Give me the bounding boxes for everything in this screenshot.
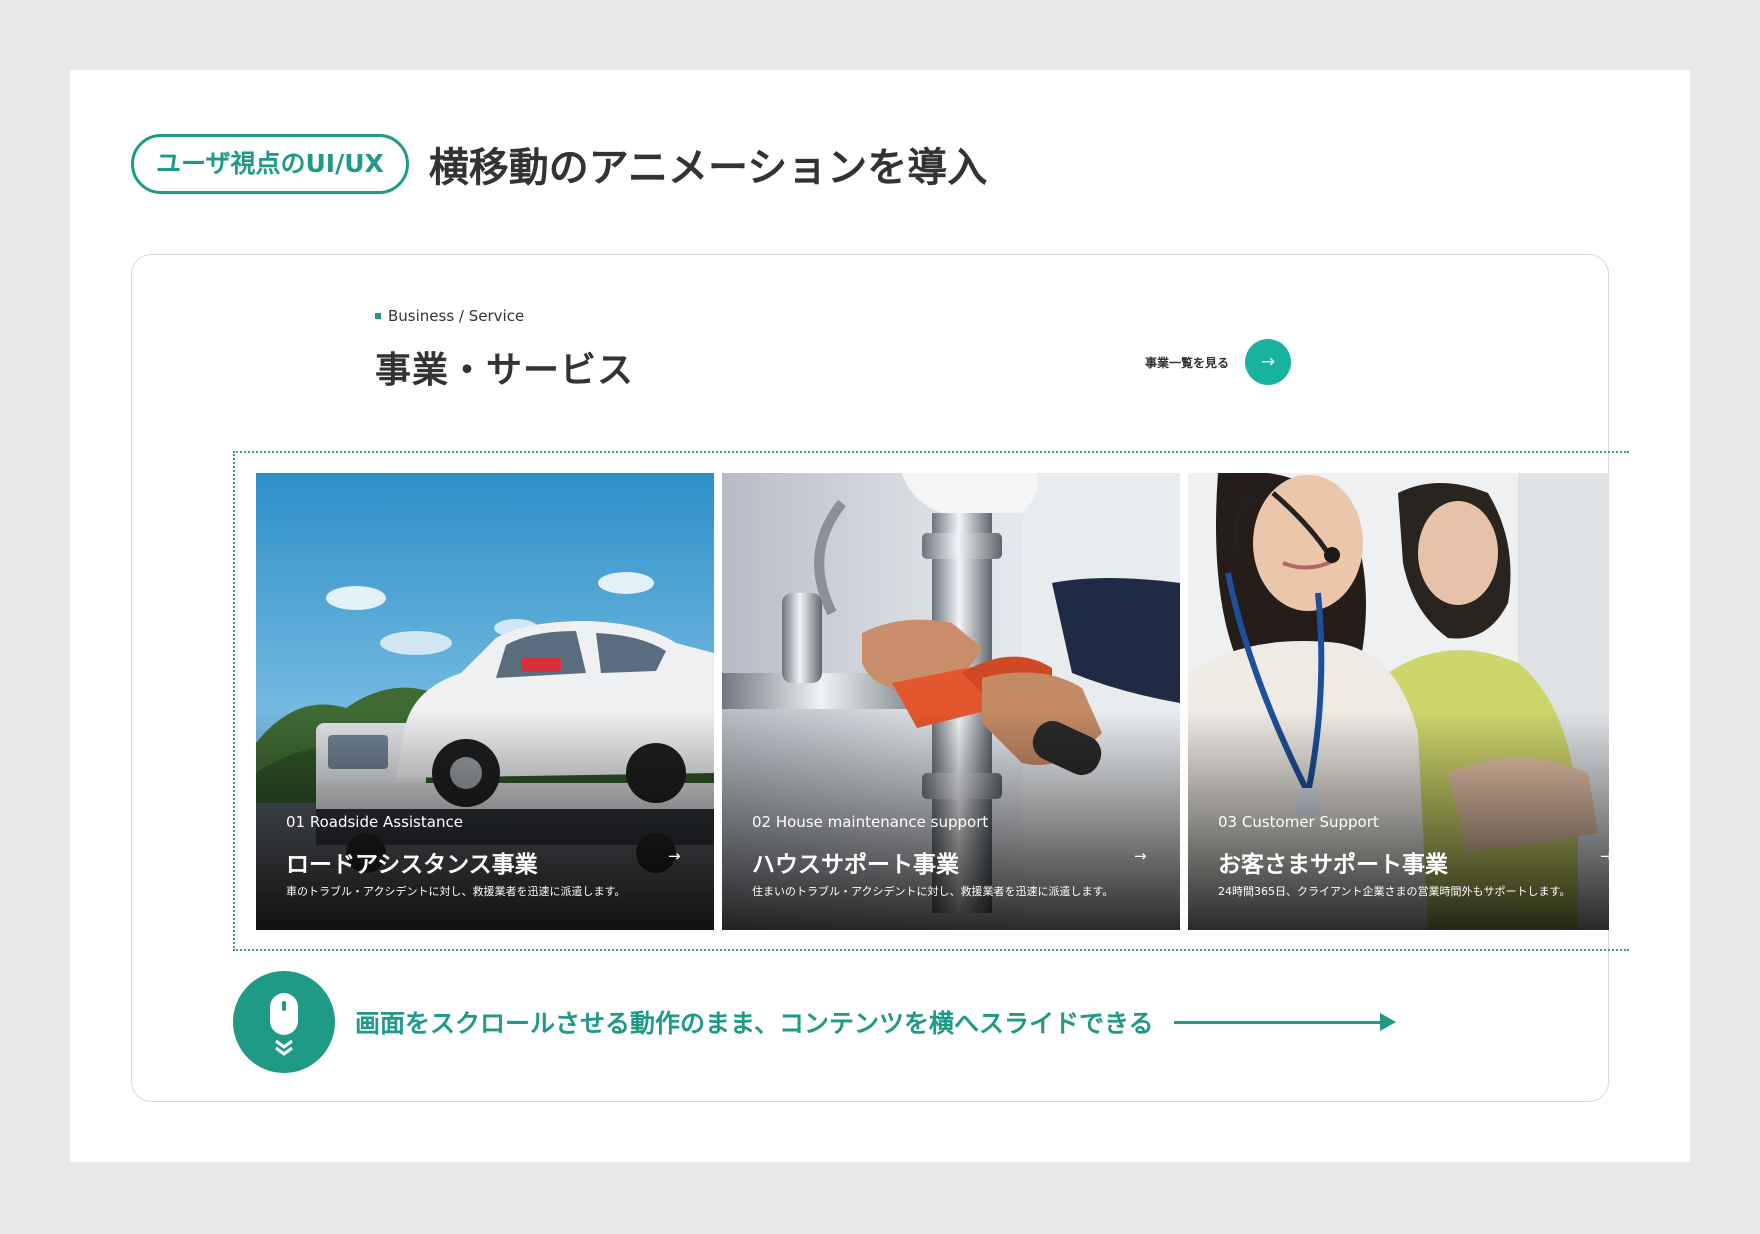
card-description: 車のトラブル・アクシデントに対し、救援業者を迅速に派遣します。: [286, 885, 626, 898]
see-all-link[interactable]: 事業一覧を見る →: [1145, 339, 1292, 385]
slide-title: 横移動のアニメーションを導入: [428, 145, 988, 191]
section-title: 事業・サービス: [375, 350, 635, 391]
card-arrow-icon[interactable]: →: [668, 847, 681, 865]
eyebrow-label: Business / Service: [388, 307, 525, 325]
card-number-label: 02 House maintenance support: [752, 813, 989, 831]
slide-sheet: ユーザ視点のUI/UX 横移動のアニメーションを導入 Business / Se…: [70, 70, 1690, 1162]
service-card-carousel[interactable]: 01 Roadside Assistance ロードアシスタンス事業 → 車のト…: [256, 473, 1609, 930]
card-title: ロードアシスタンス事業: [286, 852, 538, 878]
section-eyebrow: Business / Service: [375, 307, 524, 325]
card-description: 24時間365日、クライアント企業さまの営業時間外もサポートします。: [1218, 885, 1571, 898]
card-title: ハウスサポート事業: [752, 852, 959, 878]
eyebrow-square-icon: [375, 313, 381, 319]
card-arrow-icon[interactable]: →: [1134, 847, 1147, 865]
scroll-hint: 画面をスクロールさせる動作のまま、コンテンツを横へスライドできる: [233, 971, 1396, 1073]
mouse-scroll-icon: [233, 971, 335, 1073]
scroll-hint-text: 画面をスクロールさせる動作のまま、コンテンツを横へスライドできる: [355, 1009, 1154, 1038]
service-card-customer[interactable]: 03 Customer Support お客さまサポート事業 → 24時間365…: [1188, 473, 1609, 930]
service-card-roadside[interactable]: 01 Roadside Assistance ロードアシスタンス事業 → 車のト…: [256, 473, 714, 930]
category-pill: ユーザ視点のUI/UX: [131, 134, 409, 194]
website-preview-frame: Business / Service 事業・サービス 事業一覧を見る → 01 …: [131, 254, 1629, 1102]
see-all-label: 事業一覧を見る: [1145, 355, 1230, 370]
card-description: 住まいのトラブル・アクシデントに対し、救援業者を迅速に派遣します。: [752, 885, 1114, 898]
card-arrow-icon[interactable]: →: [1600, 847, 1609, 865]
slide-header: ユーザ視点のUI/UX 横移動のアニメーションを導入: [131, 134, 987, 194]
arrow-right-icon[interactable]: →: [1245, 339, 1292, 385]
service-card-house[interactable]: 02 House maintenance support ハウスサポート事業 →…: [722, 473, 1180, 930]
card-number-label: 01 Roadside Assistance: [286, 813, 463, 831]
long-arrow-right-icon: [1173, 1012, 1396, 1032]
card-number-label: 03 Customer Support: [1218, 813, 1379, 831]
card-title: お客さまサポート事業: [1218, 852, 1448, 878]
